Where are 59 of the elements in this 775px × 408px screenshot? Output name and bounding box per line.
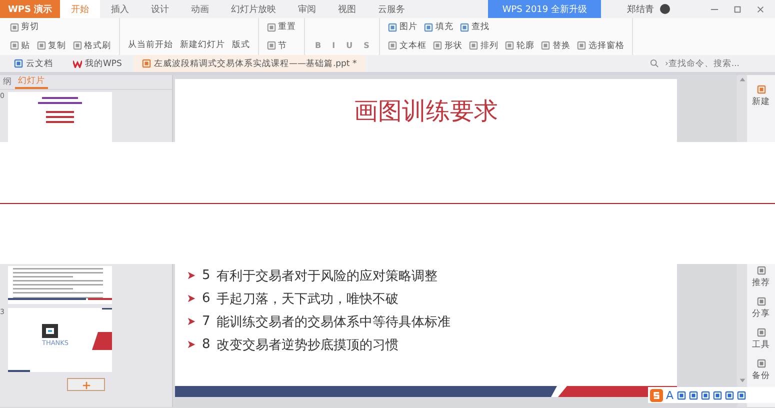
bullet-text: 改变交易者逆势抄底摸顶的习惯 bbox=[216, 336, 398, 354]
bullet-text: 能训练交易者的交易体系中等待具体标准 bbox=[216, 314, 450, 330]
sidebar-button[interactable]: 工具 bbox=[752, 328, 770, 351]
ribbon-tab[interactable]: 幻灯片放映 bbox=[220, 0, 288, 18]
plus-icon bbox=[82, 380, 90, 390]
ribbon-button[interactable]: 贴 bbox=[10, 40, 30, 52]
slide-title: 画图训练要求 bbox=[353, 98, 499, 127]
ribbon-button[interactable]: 新建幻灯片 bbox=[180, 39, 225, 51]
input-method-logo-icon[interactable] bbox=[650, 388, 663, 402]
sidebar-button[interactable]: 推荐 bbox=[752, 266, 770, 289]
bullet-number: 7 bbox=[202, 314, 210, 329]
bullet-arrow-icon bbox=[187, 340, 196, 349]
bullet-number: 5 bbox=[202, 268, 210, 283]
ribbon-button[interactable]: 图片 bbox=[388, 21, 418, 34]
sidebar-button[interactable]: 分享 bbox=[752, 297, 770, 320]
ribbon-button[interactable]: 格式刷 bbox=[73, 40, 111, 52]
ribbon-button[interactable]: 复制 bbox=[37, 40, 66, 52]
bullet-number: 8 bbox=[202, 337, 210, 352]
command-search-field[interactable]: ›查找命令、搜索... bbox=[663, 58, 767, 70]
ribbon-button[interactable]: 选择窗格 bbox=[577, 40, 624, 52]
ribbon-tab[interactable]: 设计 bbox=[140, 0, 180, 18]
panel-tab[interactable]: 纲 bbox=[0, 75, 15, 89]
ribbon-tab[interactable]: 插入 bbox=[100, 0, 140, 18]
ribbon-tab[interactable]: 审阅 bbox=[287, 0, 328, 18]
document-tab[interactable]: 左威波段精调式交易体系实战课程——基础篇.ppt * bbox=[134, 55, 365, 72]
scroll-down-icon[interactable] bbox=[738, 376, 746, 385]
bullet-arrow-icon bbox=[187, 294, 196, 303]
sidebar-button[interactable]: 备份 bbox=[752, 359, 770, 382]
ribbon-button[interactable]: 替换 bbox=[541, 40, 570, 52]
add-slide-button[interactable] bbox=[67, 378, 105, 391]
avatar-icon[interactable] bbox=[660, 4, 670, 14]
ribbon-button[interactable]: 查找 bbox=[460, 21, 490, 34]
ribbon-button[interactable]: 节 bbox=[267, 40, 287, 52]
ribbon-button[interactable]: 版式 bbox=[232, 39, 250, 51]
bullet-arrow-icon bbox=[187, 317, 196, 326]
ribbon-button[interactable]: 排列 bbox=[469, 40, 498, 52]
close-icon[interactable] bbox=[756, 4, 765, 14]
wps-logo-icon bbox=[73, 59, 82, 68]
ribbon-button[interactable]: 从当前开始 bbox=[128, 39, 173, 51]
ribbon-button[interactable]: 轮廓 bbox=[505, 40, 534, 52]
slide-thumbnail[interactable] bbox=[8, 308, 112, 372]
ribbon-tab[interactable]: 动画 bbox=[180, 0, 220, 18]
ribbon-tab[interactable]: 视图 bbox=[327, 0, 368, 18]
ribbon-button[interactable]: 文本框 bbox=[388, 40, 426, 52]
bullet-number: 6 bbox=[202, 291, 210, 306]
search-icon bbox=[650, 59, 659, 68]
ribbon-button[interactable]: 剪切 bbox=[10, 21, 39, 34]
document-tab[interactable]: 我的WPS bbox=[65, 55, 130, 72]
user-name[interactable]: 郑结青 bbox=[627, 2, 654, 16]
ribbon-button[interactable]: 填充 bbox=[424, 21, 454, 34]
document-tab[interactable]: 云文档 bbox=[6, 55, 61, 72]
ribbon-button[interactable]: 形状 bbox=[433, 40, 462, 52]
bullet-text: 有利于交易者对于风险的应对策略调整 bbox=[216, 268, 438, 284]
ribbon-tab[interactable]: 云服务 bbox=[367, 0, 416, 18]
input-mode-indicator[interactable]: A bbox=[666, 388, 674, 402]
ribbon-button[interactable]: 重置 bbox=[267, 21, 296, 34]
restore-icon[interactable] bbox=[733, 4, 742, 14]
bullet-arrow-icon bbox=[187, 271, 196, 280]
bullet-text: 手起刀落，天下武功，唯快不破 bbox=[216, 290, 398, 308]
